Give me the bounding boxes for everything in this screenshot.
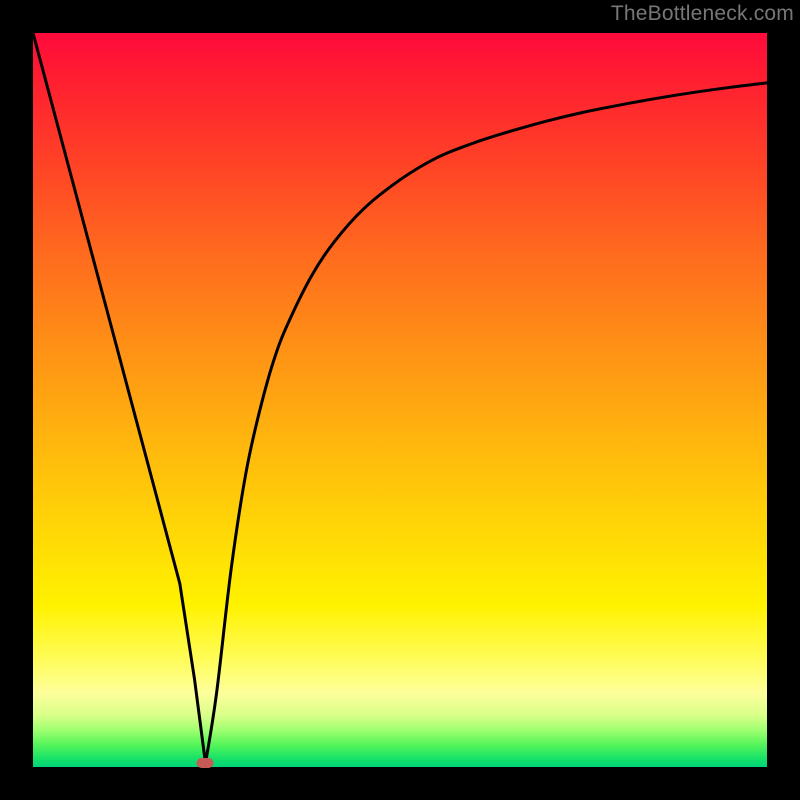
curve-path (33, 33, 767, 763)
vertex-marker (197, 758, 214, 768)
plot-area (33, 33, 767, 767)
watermark-text: TheBottleneck.com (611, 2, 794, 26)
chart-frame: TheBottleneck.com (0, 0, 800, 800)
curve-svg (33, 33, 767, 767)
